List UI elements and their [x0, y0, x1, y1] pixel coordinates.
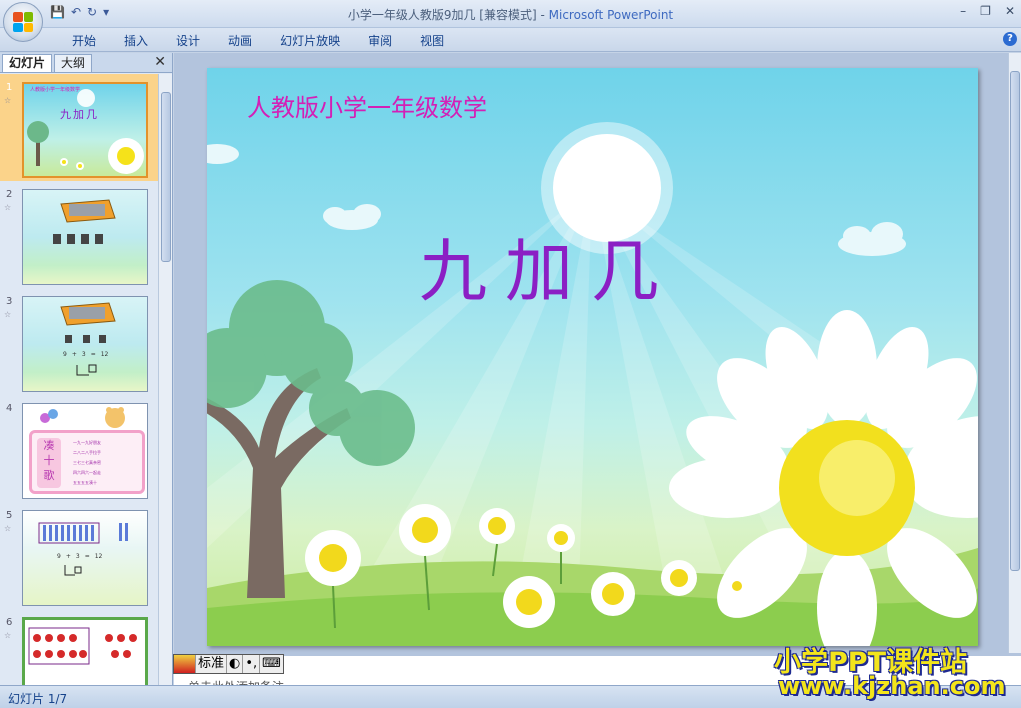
- song-line: 四六四六一起走: [73, 470, 101, 475]
- office-button[interactable]: [3, 2, 43, 42]
- office-logo-icon: [13, 12, 33, 32]
- tab-slides[interactable]: 幻灯片: [2, 54, 53, 72]
- slide-thumbnail[interactable]: 9 + 3 = 12: [22, 510, 148, 606]
- slides-pane: 幻灯片 大纲 ✕ 1 ☆ 人教版小学一年级数学 九加几 2 ☆ 3 ☆ 9 + …: [0, 53, 173, 685]
- half-width-icon[interactable]: ◐: [227, 655, 244, 673]
- slide-title[interactable]: 九加几: [419, 216, 677, 315]
- slide-thumbnail[interactable]: [22, 617, 148, 685]
- song-line: 一九一九好朋友: [73, 440, 101, 445]
- song-line: 三七三七真亲密: [73, 460, 101, 465]
- title-bar: 💾 ↶ ↻ ▾ 小学一年级人教版9加几 [兼容模式] - Microsoft P…: [0, 0, 1021, 28]
- song-title-char: 歌: [43, 469, 55, 482]
- tab-insert[interactable]: 插入: [110, 32, 162, 49]
- animation-icon: ☆: [4, 203, 12, 212]
- slide-thumb-row[interactable]: 3 ☆ 9 + 3 = 12: [0, 288, 158, 395]
- slide-background-art: [207, 122, 978, 646]
- thumb1-title: 九加几: [60, 108, 99, 121]
- thumbnails-scrollbar[interactable]: [158, 74, 172, 685]
- slide-number: 4: [6, 403, 13, 414]
- tab-slideshow[interactable]: 幻灯片放映: [266, 32, 354, 49]
- close-pane-icon[interactable]: ✕: [154, 54, 166, 70]
- song-line: 二八二八手拉手: [73, 450, 101, 455]
- window-title: 小学一年级人教版9加几 [兼容模式] - Microsoft PowerPoin…: [0, 6, 1021, 23]
- animation-icon: ☆: [4, 310, 12, 319]
- thumb1-subtitle: 人教版小学一年级数学: [30, 87, 81, 93]
- animation-icon: ☆: [4, 524, 12, 533]
- current-slide[interactable]: 人教版小学一年级数学 九加几: [207, 68, 978, 646]
- slide-number: 2: [6, 189, 13, 200]
- slide-thumbnail[interactable]: 9 + 3 = 12: [22, 296, 148, 392]
- tab-animation[interactable]: 动画: [214, 32, 266, 49]
- slide-number: 1: [6, 82, 13, 93]
- tab-outline[interactable]: 大纲: [54, 54, 93, 72]
- ribbon-tabs: 开始 插入 设计 动画 幻灯片放映 审阅 视图: [58, 32, 458, 49]
- ribbon: 开始 插入 设计 动画 幻灯片放映 审阅 视图 ?: [0, 28, 1021, 52]
- eq-c: 12: [94, 553, 103, 560]
- slide-subtitle[interactable]: 人教版小学一年级数学: [247, 88, 487, 123]
- animation-icon: ☆: [4, 96, 12, 105]
- eq-equals: =: [90, 351, 96, 358]
- app-name: Microsoft PowerPoint: [548, 8, 674, 22]
- slide-editor: 人教版小学一年级数学 九加几: [174, 53, 1008, 653]
- eq-a: 9: [57, 553, 61, 560]
- window-controls: – ❐ ✕: [960, 4, 1015, 18]
- scrollbar-thumb[interactable]: [161, 92, 171, 262]
- close-button[interactable]: ✕: [1005, 4, 1015, 18]
- slide-thumb-row[interactable]: 6 ☆: [0, 609, 158, 685]
- song-title-char: 凑: [43, 439, 55, 452]
- strawberries-icon: [28, 627, 137, 665]
- eq-b: 3: [75, 553, 80, 560]
- ime-toolbar: 标准 ◐ •, ⌨: [173, 654, 284, 674]
- restore-button[interactable]: ❐: [980, 4, 991, 18]
- tab-home[interactable]: 开始: [58, 32, 110, 49]
- slide-thumbnail[interactable]: 人教版小学一年级数学 九加几: [22, 82, 148, 178]
- tab-design[interactable]: 设计: [162, 32, 214, 49]
- animation-icon: ☆: [4, 631, 12, 640]
- song-title: 凑 十 歌: [37, 438, 61, 488]
- eq-plus: +: [71, 351, 77, 358]
- slide-thumb-row[interactable]: 2 ☆: [0, 181, 158, 288]
- slide-thumb-row[interactable]: 5 ☆ 9 + 3 = 12: [0, 502, 158, 609]
- eq-equals: =: [84, 553, 90, 560]
- slide-counter: 幻灯片 1/7: [8, 692, 68, 706]
- ime-mode[interactable]: 标准: [196, 655, 228, 673]
- scrollbar-thumb[interactable]: [1010, 71, 1020, 571]
- punctuation-icon[interactable]: •,: [243, 655, 261, 673]
- equation: 9 + 3 = 12: [57, 553, 102, 560]
- slide-thumbnail[interactable]: [22, 189, 148, 285]
- slide-thumbnail[interactable]: 凑 十 歌 一九一九好朋友 二八二八手拉手 三七三七真亲密 四六四六一起走 五五…: [22, 403, 148, 499]
- soft-keyboard-icon[interactable]: ⌨: [260, 655, 283, 673]
- help-icon[interactable]: ?: [1003, 32, 1017, 46]
- tab-review[interactable]: 审阅: [354, 32, 406, 49]
- pane-tabs: 幻灯片 大纲 ✕: [0, 53, 172, 73]
- eq-a: 9: [63, 351, 67, 358]
- minimize-button[interactable]: –: [960, 4, 966, 18]
- eq-plus: +: [65, 553, 71, 560]
- title-separator: -: [536, 8, 549, 22]
- song-lines: 一九一九好朋友 二八二八手拉手 三七三七真亲密 四六四六一起走 五五五五凑十: [73, 438, 101, 488]
- eq-c: 12: [100, 351, 109, 358]
- song-line: 五五五五凑十: [73, 480, 97, 485]
- slide-thumb-row[interactable]: 1 ☆ 人教版小学一年级数学 九加几: [0, 74, 158, 181]
- slide-thumb-row[interactable]: 4 凑 十 歌 一九一九好朋友 二八二八手拉手 三七三七真亲密 四六四六一起走 …: [0, 395, 158, 502]
- watermark-url: www.kjzhan.com: [778, 672, 1006, 700]
- slide-number: 5: [6, 510, 13, 521]
- equation: 9 + 3 = 12: [63, 351, 108, 358]
- slide-thumbnails: 1 ☆ 人教版小学一年级数学 九加几 2 ☆ 3 ☆ 9 + 3 = 12 4 …: [0, 74, 158, 685]
- balloon-bear-icon: [40, 407, 125, 428]
- eq-b: 3: [81, 351, 86, 358]
- egg-box-icon: [53, 199, 116, 244]
- egg-box-icon: [60, 302, 116, 376]
- tab-view[interactable]: 视图: [406, 32, 458, 49]
- song-title-char: 十: [43, 454, 55, 467]
- document-title: 小学一年级人教版9加几 [兼容模式]: [347, 8, 537, 22]
- thumb1-art: [27, 89, 144, 174]
- ime-logo-icon[interactable]: [174, 655, 196, 673]
- editor-scrollbar[interactable]: [1008, 53, 1021, 653]
- slide-number: 3: [6, 296, 13, 307]
- slide-number: 6: [6, 617, 13, 628]
